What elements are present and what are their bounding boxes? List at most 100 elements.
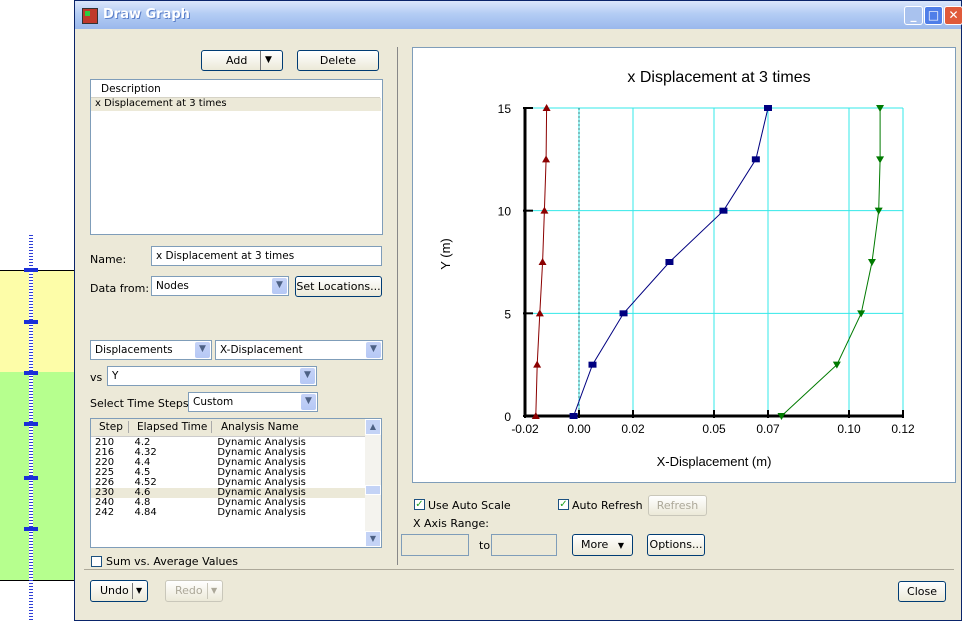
y-tick-label: 5 bbox=[504, 307, 511, 321]
add-button-label: Add bbox=[226, 54, 248, 67]
pile-node bbox=[24, 476, 38, 480]
series-point-3 bbox=[867, 259, 876, 266]
more-button[interactable]: More ▼ bbox=[572, 534, 633, 556]
soil-layer-upper bbox=[0, 270, 78, 373]
vs-value: Y bbox=[112, 370, 119, 382]
auto-refresh-label: Auto Refresh bbox=[572, 499, 643, 512]
x-tick-label: 0.02 bbox=[621, 422, 645, 436]
time-steps-value: Custom bbox=[193, 396, 234, 408]
series-point-3 bbox=[876, 156, 885, 164]
component-select[interactable]: X-Displacement ▼ bbox=[215, 340, 383, 360]
series-point-2 bbox=[665, 259, 674, 265]
refresh-button[interactable]: Refresh bbox=[648, 495, 707, 516]
vs-select[interactable]: Y ▼ bbox=[107, 366, 317, 386]
series-point-2 bbox=[751, 156, 760, 163]
options-button[interactable]: Options... bbox=[647, 534, 705, 556]
bottom-divider bbox=[84, 569, 954, 570]
list-item-label: x Displacement at 3 times bbox=[95, 98, 227, 109]
table-header: Step Elapsed Time Analysis Name bbox=[91, 419, 365, 437]
series-point-2 bbox=[569, 413, 578, 419]
x-tick-label: 0.12 bbox=[891, 422, 915, 436]
quantity-select[interactable]: Displacements ▼ bbox=[90, 340, 212, 360]
chevron-down-icon: ▼ bbox=[136, 586, 143, 595]
minimize-icon[interactable]: _ bbox=[904, 6, 923, 25]
chevron-down-icon[interactable]: ▼ bbox=[195, 342, 210, 358]
sum-vs-average-checkbox[interactable] bbox=[91, 556, 102, 567]
x-tick-label: 0.00 bbox=[567, 422, 591, 436]
sum-vs-average-label: Sum vs. Average Values bbox=[106, 555, 239, 568]
panel-divider bbox=[397, 47, 398, 565]
chevron-down-icon[interactable]: ▼ bbox=[300, 368, 315, 384]
pile-node bbox=[24, 527, 38, 531]
table-row[interactable]: 242 4.84 Dynamic Analysis bbox=[91, 508, 365, 518]
x-range-max-input[interactable] bbox=[491, 534, 557, 556]
steps-table-body: 210 4.2 Dynamic Analysis 216 4.32 Dynamic Ana… bbox=[91, 438, 365, 518]
undo-button[interactable]: Undo ▼ bbox=[90, 580, 148, 602]
data-from-value: Nodes bbox=[156, 280, 189, 292]
name-label: Name: bbox=[90, 253, 127, 266]
series-point-2 bbox=[719, 207, 728, 214]
redo-button[interactable]: Redo ▼ bbox=[165, 580, 223, 602]
column-header-step: Step bbox=[99, 421, 123, 433]
chart-title: x Displacement at 3 times bbox=[627, 69, 810, 86]
data-from-label: Data from: bbox=[90, 282, 150, 295]
redo-button-label: Redo bbox=[175, 584, 203, 597]
data-from-select[interactable]: Nodes ▼ bbox=[151, 276, 289, 296]
chevron-down-icon: ▼ bbox=[617, 541, 624, 550]
pile-element bbox=[29, 235, 33, 621]
time-steps-select[interactable]: Custom ▼ bbox=[188, 392, 318, 412]
window-title: Draw Graph bbox=[103, 7, 190, 22]
x-tick-label: 0.10 bbox=[837, 422, 861, 436]
analysis-name-cell: Dynamic Analysis bbox=[217, 507, 306, 518]
chevron-down-icon[interactable]: ▼ bbox=[301, 394, 316, 410]
time-steps-table[interactable]: Step Elapsed Time Analysis Name 210 4.2 Dy… bbox=[90, 418, 382, 548]
description-header: Description bbox=[101, 83, 161, 95]
series-point-2 bbox=[619, 310, 628, 317]
graph-list[interactable]: Description x Displacement at 3 times bbox=[90, 79, 383, 235]
undo-button-label: Undo bbox=[100, 584, 129, 597]
series-point-1 bbox=[533, 360, 542, 368]
chevron-down-icon: ▼ bbox=[211, 586, 218, 595]
app-icon bbox=[82, 8, 98, 24]
series-point-1 bbox=[538, 258, 547, 265]
draw-graph-window: Draw Graph _ □ ✕ Add ▼ Delete Descriptio… bbox=[74, 0, 962, 621]
use-auto-scale-checkbox[interactable]: ✓ bbox=[414, 499, 425, 510]
to-label: to bbox=[479, 539, 491, 552]
title-bar[interactable]: Draw Graph _ □ ✕ bbox=[75, 1, 962, 29]
use-auto-scale-label: Use Auto Scale bbox=[428, 499, 511, 512]
step-cell: 242 bbox=[95, 507, 115, 518]
y-tick-label: 0 bbox=[504, 410, 511, 424]
series-point-1 bbox=[542, 155, 551, 163]
column-header-elapsed-time: Elapsed Time bbox=[137, 421, 208, 433]
list-item[interactable]: x Displacement at 3 times bbox=[91, 98, 381, 111]
vs-label: vs bbox=[90, 371, 103, 384]
table-scrollbar[interactable]: ▲ ▼ bbox=[365, 419, 381, 547]
chevron-down-icon: ▼ bbox=[265, 55, 272, 65]
maximize-icon[interactable]: □ bbox=[924, 6, 943, 25]
auto-refresh-checkbox[interactable]: ✓ bbox=[558, 499, 569, 510]
soil-layer-lower bbox=[0, 372, 78, 581]
chevron-down-icon[interactable]: ▼ bbox=[272, 278, 287, 294]
x-tick-label: -0.02 bbox=[511, 422, 539, 436]
x-range-min-input[interactable] bbox=[401, 534, 469, 556]
scroll-thumb[interactable] bbox=[365, 485, 381, 495]
y-tick-label: 15 bbox=[498, 102, 512, 116]
close-button[interactable]: Close bbox=[898, 581, 946, 602]
more-button-label: More bbox=[581, 538, 609, 551]
series-line-3 bbox=[781, 108, 881, 417]
add-button[interactable]: Add ▼ bbox=[201, 50, 283, 71]
x-tick-label: 0.05 bbox=[702, 422, 726, 436]
scroll-down-icon[interactable]: ▼ bbox=[365, 531, 381, 547]
component-value: X-Displacement bbox=[220, 344, 303, 356]
x-axis-label: X-Displacement (m) bbox=[657, 454, 772, 469]
delete-button[interactable]: Delete bbox=[297, 50, 379, 71]
chart-panel: -0.02 0.00 0.02 0.05 0.07 0.10 0.12 0 5 10 15 x Dis… bbox=[412, 47, 956, 483]
quantity-value: Displacements bbox=[95, 344, 173, 356]
y-tick-label: 10 bbox=[498, 205, 512, 219]
name-field[interactable]: x Displacement at 3 times bbox=[151, 246, 382, 266]
scroll-up-icon[interactable]: ▲ bbox=[365, 419, 381, 435]
chevron-down-icon[interactable]: ▼ bbox=[366, 342, 381, 358]
close-icon[interactable]: ✕ bbox=[944, 6, 962, 25]
set-locations-button[interactable]: Set Locations... bbox=[295, 276, 382, 297]
pile-node bbox=[24, 371, 38, 375]
